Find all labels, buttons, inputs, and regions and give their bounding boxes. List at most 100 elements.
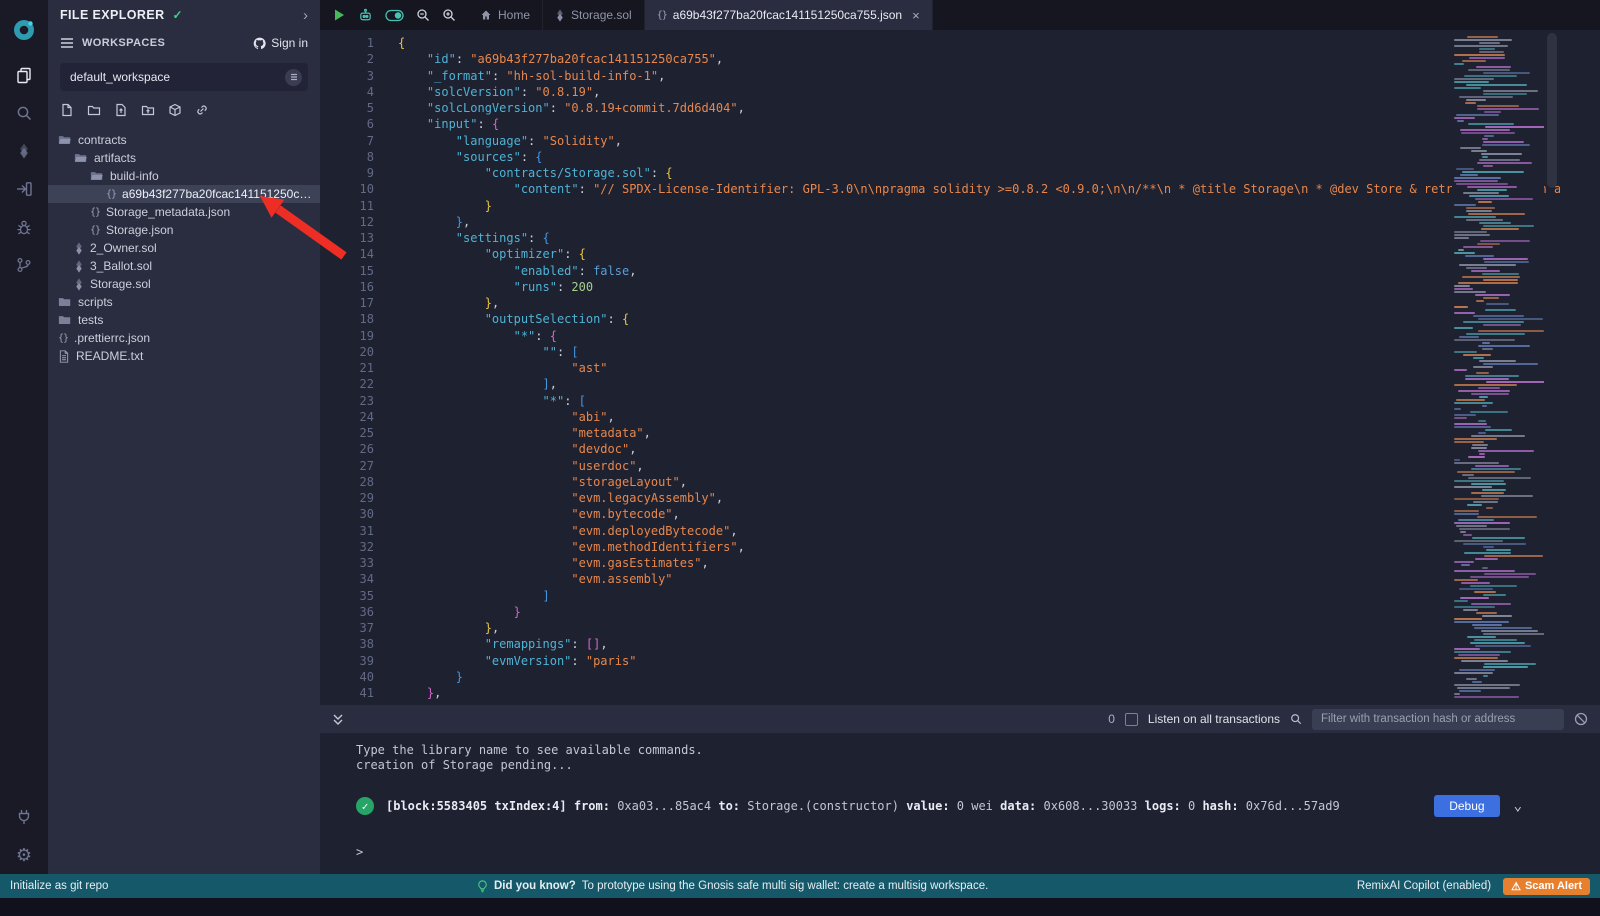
hamburger-menu-icon[interactable] <box>60 37 74 49</box>
code-line: 30 "evm.bytecode", <box>320 506 1600 522</box>
sign-in-button[interactable]: Sign in <box>253 36 308 50</box>
cube-icon[interactable] <box>168 103 182 117</box>
file-explorer-icon[interactable] <box>0 56 48 94</box>
tree-item-tests[interactable]: tests <box>48 311 320 329</box>
deploy-and-run-icon[interactable] <box>0 170 48 208</box>
tree-item-storage-sol[interactable]: Storage.sol <box>48 275 320 293</box>
transaction-row[interactable]: ✓ [block:5583405 txIndex:4] from: 0xa03.… <box>356 795 1600 817</box>
link-icon[interactable] <box>195 103 209 117</box>
git-icon[interactable] <box>0 246 48 284</box>
tree-item--prettierrc-json[interactable]: {}.prettierrc.json <box>48 329 320 347</box>
line-number: 33 <box>320 555 392 571</box>
tree-item-3-ballot-sol[interactable]: 3_Ballot.sol <box>48 257 320 275</box>
tip-prefix: Did you know? <box>494 880 576 892</box>
line-number: 3 <box>320 68 392 84</box>
run-script-icon[interactable] <box>332 8 346 22</box>
json-icon: {} <box>58 333 68 344</box>
scam-alert-badge[interactable]: ⚠ Scam Alert <box>1503 878 1590 895</box>
tab-build-info-json[interactable]: {}a69b43f277ba20fcac141151250ca755.json× <box>645 0 933 30</box>
tree-item-contracts[interactable]: contracts <box>48 131 320 149</box>
tree-item-a69b43f277ba20fcac141151250ca755-json[interactable]: {} a69b43f277ba20fcac141151250ca755.json <box>48 185 320 203</box>
home-icon <box>480 9 492 21</box>
editor-right-gutter <box>1560 30 1600 705</box>
line-number: 18 <box>320 311 392 327</box>
widget-toggle[interactable] <box>385 9 404 22</box>
folder-open-icon <box>90 169 104 183</box>
upload-file-icon[interactable] <box>114 103 128 117</box>
tree-item-storage-json[interactable]: {}Storage.json <box>48 221 320 239</box>
terminal-input[interactable]: > <box>356 845 1600 859</box>
tree-item-build-info[interactable]: build-info <box>48 167 320 185</box>
code-line: 5 "solcLongVersion": "0.8.19+commit.7dd6… <box>320 100 1600 116</box>
workspace-select[interactable]: default_workspace <box>60 63 308 91</box>
code-line: 38 "remappings": [], <box>320 636 1600 652</box>
chevron-right-icon[interactable]: › <box>303 7 308 24</box>
debug-button[interactable]: Debug <box>1434 795 1499 817</box>
editor-scrollbar[interactable] <box>1544 30 1560 705</box>
close-icon[interactable]: × <box>912 8 920 23</box>
code-editor[interactable]: 1{2 "id": "a69b43f277ba20fcac141151250ca… <box>320 30 1600 705</box>
chevron-down-icon[interactable]: ⌄ <box>1514 798 1522 814</box>
line-number: 27 <box>320 458 392 474</box>
tree-item-2-owner-sol[interactable]: 2_Owner.sol <box>48 239 320 257</box>
transaction-filter-input[interactable] <box>1312 709 1564 730</box>
new-file-icon[interactable] <box>60 103 74 117</box>
zoom-out-icon[interactable] <box>416 8 430 22</box>
tree-item-scripts[interactable]: scripts <box>48 293 320 311</box>
tab-bar: HomeStorage.sol{}a69b43f277ba20fcac14115… <box>320 0 1600 30</box>
window-bottom-strip <box>0 898 1600 916</box>
solidity-compiler-icon[interactable] <box>0 132 48 170</box>
workspace-options-icon[interactable] <box>285 69 302 86</box>
debugger-icon[interactable] <box>0 208 48 246</box>
plugin-manager-icon[interactable] <box>0 798 48 836</box>
line-number: 11 <box>320 198 392 214</box>
folder-icon <box>58 295 72 309</box>
scrollbar-thumb[interactable] <box>1547 33 1557 188</box>
code-line: 13 "settings": { <box>320 230 1600 246</box>
search-icon[interactable] <box>0 94 48 132</box>
tree-item-storage-metadata-json[interactable]: {}Storage_metadata.json <box>48 203 320 221</box>
code-line: 16 "runs": 200 <box>320 279 1600 295</box>
upload-folder-icon[interactable] <box>141 103 155 117</box>
code-line: 9 "contracts/Storage.sol": { <box>320 165 1600 181</box>
terminal-log-line: creation of Storage pending... <box>356 758 1600 773</box>
search-icon[interactable] <box>1290 713 1302 725</box>
line-number: 5 <box>320 100 392 116</box>
tab-storage-sol[interactable]: Storage.sol <box>543 0 645 30</box>
line-number: 19 <box>320 328 392 344</box>
line-number: 40 <box>320 669 392 685</box>
code-line: 23 "*": [ <box>320 393 1600 409</box>
code-line: 15 "enabled": false, <box>320 263 1600 279</box>
listen-all-transactions-checkbox[interactable] <box>1125 713 1138 726</box>
code-line: 41 }, <box>320 685 1600 701</box>
circle-slash-icon[interactable] <box>1574 712 1588 726</box>
tree-item-label: a69b43f277ba20fcac141151250ca755.json <box>122 187 312 201</box>
settings-icon[interactable]: ⚙ <box>0 836 48 874</box>
line-number: 35 <box>320 588 392 604</box>
minimap[interactable] <box>1452 30 1544 705</box>
line-number: 9 <box>320 165 392 181</box>
zoom-in-icon[interactable] <box>442 8 456 22</box>
file-explorer-panel: FILE EXPLORER ✓ › WORKSPACES Sign in def… <box>48 0 320 874</box>
chevron-double-down-icon[interactable] <box>332 713 344 726</box>
code-line: 6 "input": { <box>320 116 1600 132</box>
tree-item-artifacts[interactable]: artifacts <box>48 149 320 167</box>
remix-logo[interactable] <box>0 8 48 52</box>
json-icon: {} <box>90 207 100 218</box>
check-icon: ✓ <box>173 8 183 22</box>
folder-icon <box>58 313 72 327</box>
json-icon: {} <box>106 189 116 200</box>
code-line: 8 "sources": { <box>320 149 1600 165</box>
new-folder-icon[interactable] <box>87 103 101 117</box>
code-line: 32 "evm.methodIdentifiers", <box>320 539 1600 555</box>
line-number: 8 <box>320 149 392 165</box>
init-git-repo-button[interactable]: Initialize as git repo <box>10 880 108 892</box>
line-number: 25 <box>320 425 392 441</box>
tab-home[interactable]: Home <box>468 0 543 30</box>
ai-assistant-icon[interactable] <box>358 8 373 23</box>
terminal-body: Type the library name to see available c… <box>320 733 1600 874</box>
tree-item-readme-txt[interactable]: README.txt <box>48 347 320 365</box>
line-number: 13 <box>320 230 392 246</box>
code-line: 1{ <box>320 35 1600 51</box>
copilot-status[interactable]: RemixAI Copilot (enabled) <box>1357 880 1491 892</box>
